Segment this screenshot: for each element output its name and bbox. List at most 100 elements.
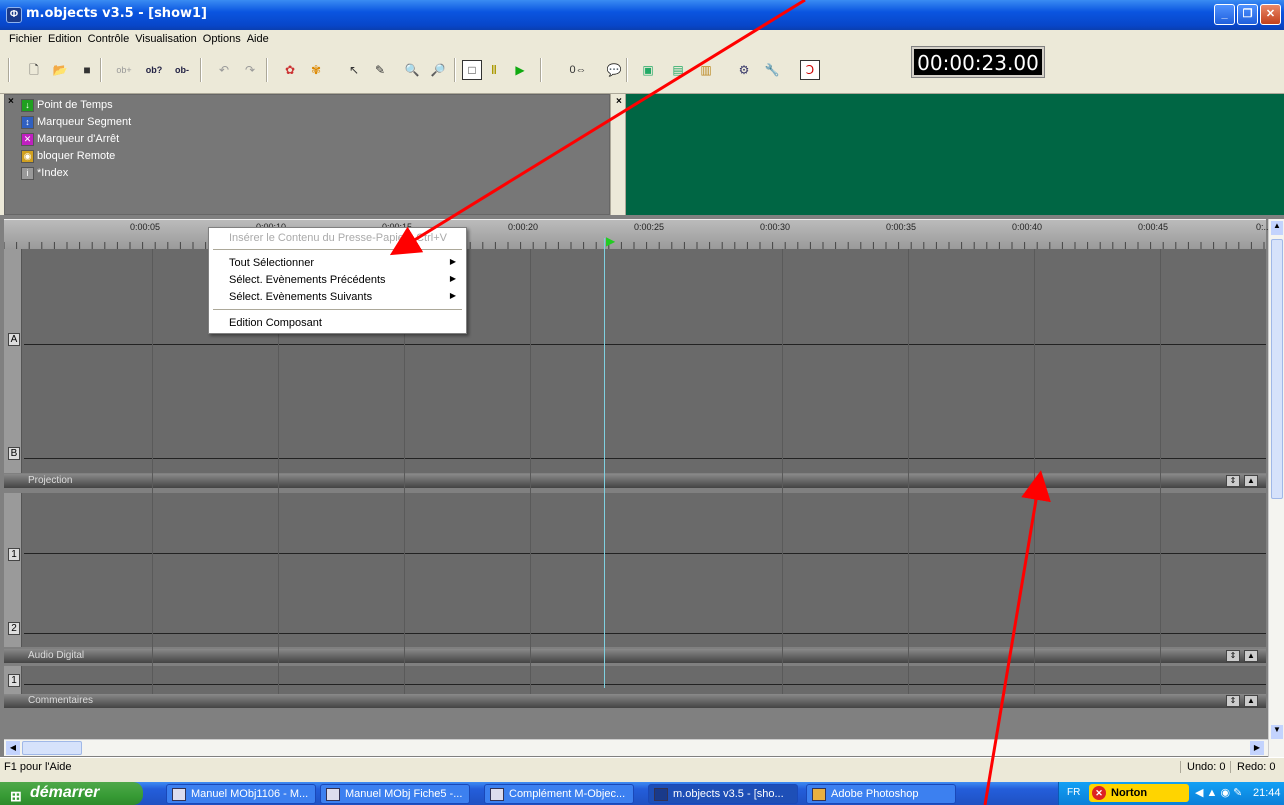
- vertical-scroll-thumb[interactable]: [1271, 239, 1283, 499]
- open-folder-icon[interactable]: 📂: [50, 60, 70, 80]
- scroll-right-icon[interactable]: ▶: [1250, 741, 1264, 755]
- menu-controle[interactable]: Contrôle: [85, 30, 133, 48]
- segment-marker-icon: ↕: [21, 115, 34, 129]
- zoom-out-icon[interactable]: 🔎: [428, 60, 448, 80]
- track-collapse-icon[interactable]: ▲: [1244, 475, 1258, 487]
- scroll-left-icon[interactable]: ◀: [6, 741, 20, 755]
- preview-panel: [626, 94, 1284, 215]
- new-file-icon[interactable]: 🗋: [24, 60, 44, 80]
- mobjects-app-icon: [654, 788, 668, 801]
- submenu-arrow-icon: ▶: [449, 257, 456, 266]
- menu-edition[interactable]: Edition: [45, 30, 85, 48]
- ruler-label: 0:00:05: [130, 222, 161, 232]
- minimize-button[interactable]: _: [1214, 4, 1235, 25]
- windows-logo-icon: ⊞: [10, 788, 22, 804]
- maximize-button[interactable]: ❐: [1237, 4, 1258, 25]
- object-query-icon[interactable]: ob?: [144, 60, 164, 80]
- pause-icon[interactable]: ‖: [484, 60, 504, 80]
- playhead-line[interactable]: [604, 238, 605, 688]
- toolbar-separator: [626, 58, 628, 82]
- zero-position-icon[interactable]: 0⇔: [568, 60, 588, 80]
- toolbar-separator: [100, 58, 102, 82]
- undo-icon[interactable]: ↶: [214, 60, 234, 80]
- menu-item-select-previous[interactable]: Sélect. Evènements Précédents ▶: [229, 274, 464, 286]
- scroll-up-icon[interactable]: ▲: [1271, 221, 1283, 235]
- menu-item-select-all[interactable]: Tout Sélectionner ▶: [229, 257, 464, 269]
- menu-item-select-next[interactable]: Sélect. Evènements Suivants ▶: [229, 291, 464, 303]
- ruler-label: 0:00:40: [1012, 222, 1043, 232]
- gear-icon[interactable]: ⚙: [734, 60, 754, 80]
- object-remove-icon[interactable]: ob-: [172, 60, 192, 80]
- menu-visualisation[interactable]: Visualisation: [132, 30, 200, 48]
- track-resize-icon[interactable]: ⇕: [1226, 475, 1240, 487]
- tray-icons[interactable]: ◀ ▲ ◉ ✎: [1195, 782, 1242, 804]
- color-wheel-icon[interactable]: ✿: [280, 60, 300, 80]
- projection-track[interactable]: [4, 249, 1266, 473]
- legend-item-bloquer-remote[interactable]: ◉ bloquer Remote: [21, 148, 115, 164]
- wrench-icon[interactable]: 🔧: [762, 60, 782, 80]
- taskbar-item-photoshop[interactable]: Adobe Photoshop: [806, 784, 956, 804]
- menu-aide[interactable]: Aide: [244, 30, 272, 48]
- comments-track-footer: Commentaires: [4, 694, 1266, 708]
- redo-icon[interactable]: ↷: [240, 60, 260, 80]
- taskbar-item-word-2[interactable]: Manuel MObj Fiche5 -...: [320, 784, 470, 804]
- grid-line: [908, 249, 909, 694]
- legend-item-marqueur-segment[interactable]: ↕ Marqueur Segment: [21, 114, 131, 130]
- grid-line: [530, 249, 531, 694]
- status-undo: Undo: 0: [1180, 761, 1226, 773]
- legend-item-marqueur-arret[interactable]: ✕ Marqueur d'Arrêt: [21, 131, 119, 147]
- image-export-icon[interactable]: ▤: [668, 60, 688, 80]
- menu-item-edit-component[interactable]: Edition Composant: [229, 317, 322, 329]
- close-preview-icon[interactable]: ×: [616, 96, 622, 107]
- start-button[interactable]: ⊞ démarrer: [0, 782, 143, 805]
- cursor-tool-icon[interactable]: ↖: [344, 60, 364, 80]
- palette-icon[interactable]: ✾: [306, 60, 326, 80]
- toolbar-separator: [540, 58, 542, 82]
- menu-item-paste[interactable]: Insérer le Contenu du Presse-Papiers Ctr…: [229, 232, 447, 244]
- object-add-icon[interactable]: ob+: [114, 60, 134, 80]
- play-icon[interactable]: ▶: [510, 60, 530, 80]
- stop-marker-icon: ✕: [21, 132, 34, 146]
- legend-item-index[interactable]: i *Index: [21, 165, 68, 181]
- scroll-down-icon[interactable]: ▼: [1271, 725, 1283, 739]
- norton-badge[interactable]: ✕ Norton: [1089, 784, 1189, 802]
- event-palette-panel: ↓ Point de Temps ↕ Marqueur Segment ✕ Marqu…: [4, 94, 610, 215]
- image-icon[interactable]: ▣: [638, 60, 658, 80]
- time-ruler[interactable]: 0:00:05 0:00:10 0:00:15 0:00:20 0:00:25 …: [4, 219, 1271, 249]
- film-icon[interactable]: ▥: [696, 60, 716, 80]
- playhead-marker-icon[interactable]: ▶: [606, 234, 615, 248]
- toolbar-separator: [200, 58, 202, 82]
- menu-options[interactable]: Options: [200, 30, 244, 48]
- track-resize-icon[interactable]: ⇕: [1226, 650, 1240, 662]
- menu-fichier[interactable]: Fichier: [6, 30, 45, 48]
- close-button[interactable]: ✕: [1260, 4, 1281, 25]
- timecode-display: 00:00:23.00: [911, 46, 1045, 78]
- track-resize-icon[interactable]: ⇕: [1226, 695, 1240, 707]
- lane-line: [24, 344, 1266, 345]
- app-icon: Φ: [6, 7, 22, 23]
- audio-track-footer: Audio Digital: [4, 649, 1266, 663]
- stop-icon[interactable]: □: [462, 60, 482, 80]
- save-icon[interactable]: ■: [77, 60, 97, 80]
- zoom-in-icon[interactable]: 🔍: [402, 60, 422, 80]
- horizontal-scrollbar[interactable]: ◀ ▶: [4, 739, 1268, 756]
- toolbar-grip: [8, 58, 10, 82]
- taskbar-item-word-1[interactable]: Manuel MObj1106 - M...: [166, 784, 316, 804]
- track-collapse-icon[interactable]: ▲: [1244, 650, 1258, 662]
- comments-track[interactable]: [4, 666, 1266, 694]
- audio-track[interactable]: [4, 493, 1266, 647]
- close-panel-icon[interactable]: ×: [8, 96, 14, 107]
- speech-bubble-icon[interactable]: 💬: [604, 60, 624, 80]
- taskbar-item-word-3[interactable]: Complément M-Objec...: [484, 784, 634, 804]
- track-collapse-icon[interactable]: ▲: [1244, 695, 1258, 707]
- language-indicator[interactable]: FR: [1067, 782, 1080, 804]
- pen-tool-icon[interactable]: ✎: [370, 60, 390, 80]
- vertical-scrollbar[interactable]: ▲ ▼: [1268, 219, 1284, 775]
- taskbar-item-mobjects[interactable]: m.objects v3.5 - [sho...: [648, 784, 798, 804]
- legend-item-point-de-temps[interactable]: ↓ Point de Temps: [21, 97, 113, 113]
- title-bar[interactable]: Φ m.objects v3.5 - [show1] _ ❐ ✕: [0, 0, 1284, 30]
- panel-splitter[interactable]: [610, 94, 626, 215]
- magnet-icon[interactable]: Ↄ: [800, 60, 820, 80]
- horizontal-scroll-thumb[interactable]: [22, 741, 82, 755]
- toolbar-separator: [454, 58, 456, 82]
